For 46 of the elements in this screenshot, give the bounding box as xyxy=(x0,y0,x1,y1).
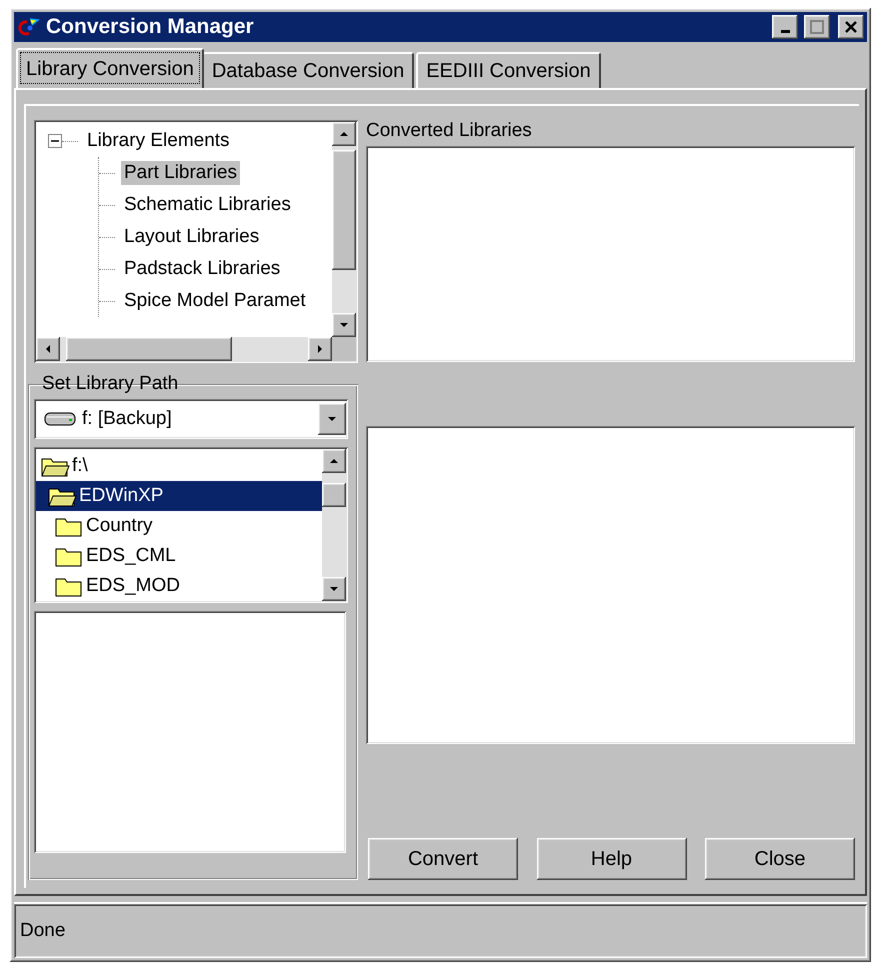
scroll-up-button[interactable] xyxy=(322,449,346,473)
scroll-thumb[interactable] xyxy=(66,337,232,361)
scroll-thumb[interactable] xyxy=(332,150,356,270)
close-button[interactable] xyxy=(838,15,864,39)
scroll-thumb[interactable] xyxy=(322,483,346,507)
vertical-scrollbar[interactable] xyxy=(332,122,356,337)
drive-value: f: [Backup] xyxy=(82,408,173,430)
status-text: Done xyxy=(20,920,66,942)
scroll-right-button[interactable] xyxy=(308,337,332,361)
tab[interactable]: EEDIII Conversion xyxy=(416,52,601,88)
tree-item[interactable]: Library Elements xyxy=(84,129,233,153)
dialog-button[interactable]: Convert xyxy=(368,838,518,880)
tree-item[interactable]: Spice Model Paramet xyxy=(121,289,309,313)
drive-dropdown[interactable]: f: [Backup] xyxy=(34,399,348,439)
window-title: Conversion Manager xyxy=(46,15,255,39)
tree-item[interactable]: Layout Libraries xyxy=(121,225,262,249)
converted-libraries-label: Converted Libraries xyxy=(366,120,533,143)
drive-icon xyxy=(44,410,76,428)
close-icon xyxy=(845,21,857,33)
scroll-down-button[interactable] xyxy=(332,313,356,337)
group-label: Set Library Path xyxy=(41,373,180,395)
scroll-down-button[interactable] xyxy=(322,577,346,601)
tab[interactable]: Database Conversion xyxy=(202,52,414,88)
scroll-left-button[interactable] xyxy=(36,337,60,361)
folder-item[interactable]: Country xyxy=(36,511,322,541)
tree-item[interactable]: Padstack Libraries xyxy=(121,257,284,281)
folder-item[interactable]: EDS_CML xyxy=(36,541,322,571)
maximize-icon xyxy=(810,20,824,34)
folder-item[interactable]: EDWinXP xyxy=(36,481,322,511)
app-icon xyxy=(18,16,40,38)
minimize-button[interactable] xyxy=(772,15,798,39)
scroll-up-button[interactable] xyxy=(332,122,356,146)
tab[interactable]: Library Conversion xyxy=(16,48,204,88)
minimize-icon xyxy=(780,30,790,32)
dropdown-button[interactable] xyxy=(318,403,346,435)
dialog-button[interactable]: Close xyxy=(705,838,855,880)
tree-item[interactable]: Schematic Libraries xyxy=(121,193,294,217)
dialog-button[interactable]: Help xyxy=(536,838,686,880)
vertical-scrollbar[interactable] xyxy=(322,449,346,601)
maximize-button[interactable] xyxy=(804,15,830,39)
folder-item[interactable]: f:\ xyxy=(36,451,322,481)
scrollbar-corner xyxy=(332,337,356,361)
tree-item[interactable]: Part Libraries xyxy=(121,161,240,185)
collapse-icon[interactable] xyxy=(48,134,62,148)
horizontal-scrollbar[interactable] xyxy=(36,337,332,361)
folder-item[interactable]: EDS_MOD xyxy=(36,571,322,601)
